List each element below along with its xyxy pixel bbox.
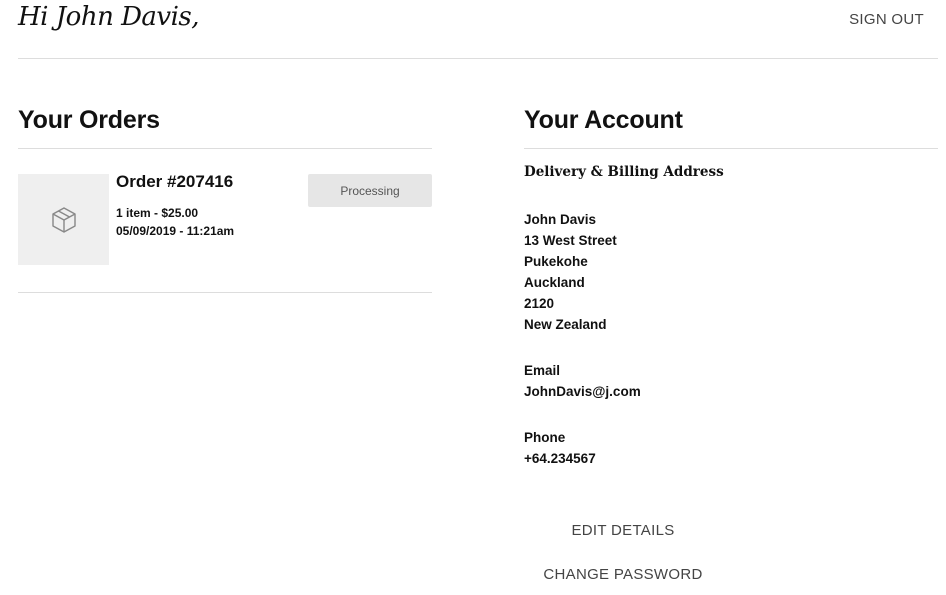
order-thumbnail [18, 174, 109, 265]
address-country: New Zealand [524, 317, 607, 332]
address-name: John Davis [524, 212, 597, 227]
package-icon [51, 206, 76, 233]
order-title[interactable]: Order #207416 [116, 172, 233, 192]
account-title: Your Account [524, 106, 683, 134]
phone-value: +64.234567 [524, 451, 596, 466]
orders-title: Your Orders [18, 106, 160, 134]
order-divider [18, 292, 432, 293]
address-street: 13 West Street [524, 233, 617, 248]
email-label: Email [524, 363, 561, 378]
greeting: Hi John Davis, [18, 2, 200, 32]
address-suburb: Pukekohe [524, 254, 588, 269]
email-value: JohnDavis@j.com [524, 384, 641, 399]
order-datetime: 05/09/2019 - 11:21am [116, 224, 235, 238]
sign-out-link[interactable]: SIGN OUT [849, 11, 924, 28]
order-status-badge: Processing [308, 174, 432, 207]
address-heading: Delivery & Billing Address [524, 164, 724, 180]
orders-divider [18, 148, 432, 149]
header-divider [18, 58, 938, 59]
address-city: Auckland [524, 275, 585, 290]
change-password-button[interactable]: CHANGE PASSWORD [523, 566, 723, 583]
account-divider [524, 148, 938, 149]
phone-label: Phone [524, 430, 566, 445]
order-summary: 1 item - $25.00 [116, 206, 199, 220]
edit-details-button[interactable]: EDIT DETAILS [523, 522, 723, 539]
address-postcode: 2120 [524, 296, 555, 311]
